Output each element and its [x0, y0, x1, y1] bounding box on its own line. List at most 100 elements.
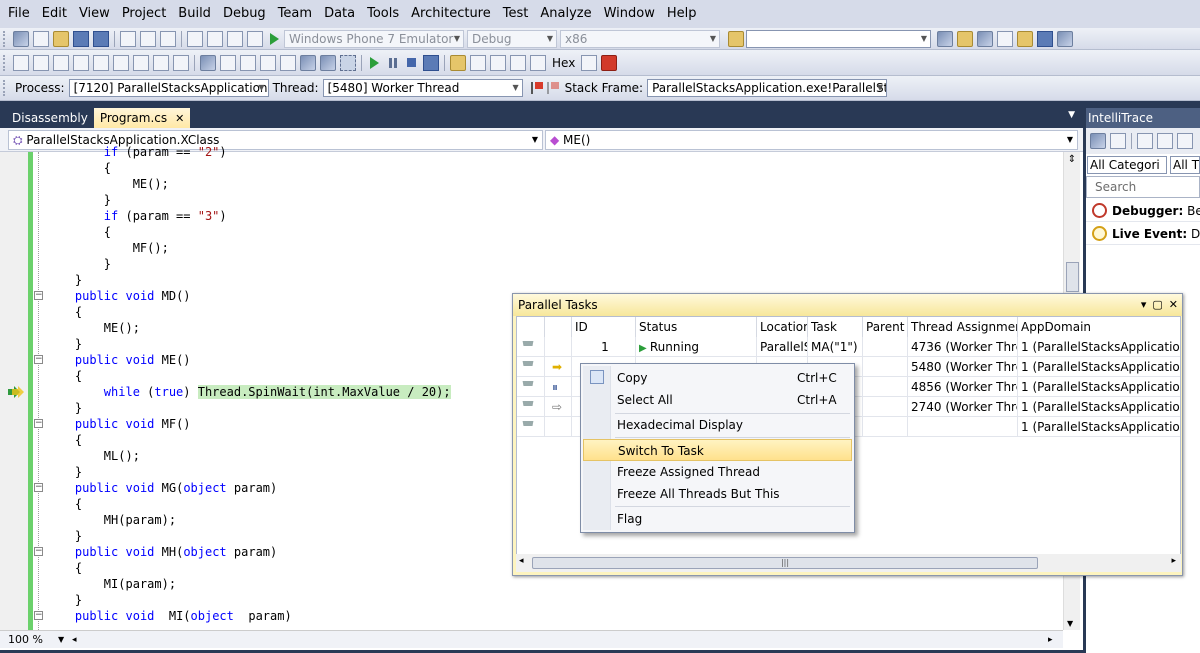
code-line[interactable]: MF(); [46, 240, 169, 256]
code-line[interactable]: } [46, 336, 82, 352]
zoom-level[interactable]: 100 % [8, 631, 43, 649]
code-line[interactable]: { [46, 368, 82, 384]
step-into-icon[interactable] [470, 54, 486, 71]
window-position-icon[interactable]: ▾ [1141, 298, 1147, 311]
properties-icon[interactable] [957, 30, 973, 47]
configuration-select[interactable]: Debug ▼ [467, 29, 557, 48]
column-header[interactable]: AppDomain [1018, 317, 1180, 337]
code-line[interactable]: { [46, 432, 82, 448]
word-wrap-icon[interactable] [93, 54, 109, 71]
cell-parent[interactable] [863, 357, 908, 377]
tab-program-cs[interactable]: Program.cs ✕ [93, 108, 191, 128]
menu-tools[interactable]: Tools [361, 0, 405, 28]
platform-select[interactable]: Windows Phone 7 Emulator ▼ [284, 29, 464, 48]
column-header[interactable]: Parent [863, 317, 908, 337]
task-indicator-cell[interactable]: ➡ [545, 357, 572, 377]
task-indicator-cell[interactable]: ⏸ [545, 377, 572, 397]
code-line[interactable]: { [46, 560, 82, 576]
tools-icon[interactable] [1017, 30, 1033, 47]
scroll-right-icon[interactable]: ▸ [1171, 556, 1176, 566]
scroll-thumb[interactable]: ||| [532, 557, 1038, 569]
code-line[interactable]: public void MH(object param) [46, 544, 277, 560]
quick-watch-icon[interactable] [530, 54, 546, 71]
break-all-icon[interactable] [389, 57, 397, 68]
zoom-dropdown-icon[interactable]: ▼ [58, 631, 64, 649]
toolbar-grip[interactable] [3, 30, 7, 47]
scroll-thumb[interactable] [1066, 262, 1079, 292]
event-item[interactable]: Debugger: Begir [1086, 200, 1200, 222]
copy-icon[interactable] [140, 30, 156, 47]
code-line[interactable]: public void MI(object param) [46, 608, 292, 624]
toggle-bookmark-icon[interactable] [200, 54, 216, 71]
cell-appdomain[interactable]: 1 (ParallelStacksApplication.vs [1018, 377, 1180, 397]
navigate-back-icon[interactable] [227, 30, 243, 47]
menu-team[interactable]: Team [272, 0, 318, 28]
category-filter[interactable]: All Categori [1087, 156, 1167, 174]
start-page-icon[interactable] [1037, 30, 1053, 47]
code-line[interactable]: } [46, 192, 111, 208]
find-in-files-icon[interactable] [728, 30, 744, 47]
flag-cell[interactable] [517, 357, 545, 377]
column-header-icon[interactable] [545, 317, 572, 337]
redo-icon[interactable] [207, 30, 223, 47]
code-line[interactable]: while (true) Thread.SpinWait(int.MaxValu… [46, 384, 451, 400]
menu-edit[interactable]: Edit [36, 0, 73, 28]
menu-item-switch-to-task[interactable]: Switch To Task [583, 439, 852, 461]
next-bookmark-icon[interactable] [240, 54, 256, 71]
collapse-region-icon[interactable]: − [34, 611, 43, 620]
menu-window[interactable]: Window [598, 0, 661, 28]
menu-analyze[interactable]: Analyze [534, 0, 597, 28]
show-threads-icon[interactable] [581, 54, 598, 71]
code-line[interactable]: if (param == "2") [46, 144, 227, 160]
flag-icon[interactable] [522, 401, 534, 413]
cell-id[interactable]: 1 [572, 337, 636, 357]
settings-icon[interactable] [1137, 133, 1153, 149]
code-line[interactable]: ME(); [46, 176, 169, 192]
code-line[interactable]: MH(param); [46, 512, 176, 528]
flag-cell[interactable] [517, 417, 545, 437]
menu-item-freeze-assigned-thread[interactable]: Freeze Assigned Thread [583, 461, 852, 483]
quick-info-icon[interactable] [53, 54, 69, 71]
events-view-icon[interactable] [1090, 133, 1106, 149]
cell-thread[interactable] [908, 417, 1018, 437]
show-next-statement-icon[interactable] [450, 54, 466, 71]
save-all-icon[interactable] [93, 30, 109, 47]
scroll-right-icon[interactable]: ▸ [1048, 631, 1053, 649]
scroll-left-icon[interactable]: ◂ [72, 631, 77, 649]
menu-project[interactable]: Project [116, 0, 172, 28]
flag-cell[interactable] [517, 397, 545, 417]
find-box[interactable]: ▼ [746, 29, 931, 48]
process-select[interactable]: [7120] ParallelStacksApplication.vs ▼ [68, 79, 269, 97]
event-item[interactable]: Live Event: Debu [1086, 223, 1200, 245]
cell-appdomain[interactable]: 1 (ParallelStacksApplication.vs [1018, 357, 1180, 377]
save-icon[interactable] [73, 30, 89, 47]
start-debugging-icon[interactable] [270, 32, 279, 45]
code-line[interactable]: { [46, 224, 111, 240]
close-icon[interactable]: ✕ [1169, 298, 1178, 311]
maximize-icon[interactable]: ▢ [1152, 298, 1162, 311]
scroll-down-icon[interactable]: ▼ [1067, 619, 1073, 628]
step-over-icon[interactable] [490, 54, 506, 71]
undo-icon[interactable] [187, 30, 203, 47]
task-indicator-cell[interactable] [545, 417, 572, 437]
extension-icon[interactable] [1057, 30, 1073, 47]
code-line[interactable]: } [46, 256, 111, 272]
code-line[interactable]: public void MG(object param) [46, 480, 277, 496]
flag-thread-icon[interactable] [530, 82, 543, 94]
code-line[interactable]: } [46, 528, 82, 544]
column-header[interactable]: Task [808, 317, 863, 337]
flag-icon[interactable] [522, 361, 534, 373]
clear-bookmarks-icon[interactable] [340, 54, 356, 71]
collapse-region-icon[interactable]: − [34, 547, 43, 556]
tab-disassembly[interactable]: Disassembly [6, 108, 94, 128]
cell-thread[interactable]: 5480 (Worker Threa [908, 357, 1018, 377]
menu-item-freeze-all-threads-but-this[interactable]: Freeze All Threads But This [583, 483, 852, 505]
flag-icon[interactable] [522, 421, 534, 433]
flag-icon[interactable] [522, 381, 534, 393]
code-line[interactable]: { [46, 496, 82, 512]
open-folder-icon[interactable] [53, 30, 69, 47]
code-line[interactable]: ME(); [46, 320, 140, 336]
breakpoints-icon[interactable] [601, 54, 618, 71]
cell-task[interactable]: MA("1") [808, 337, 863, 357]
collapse-region-icon[interactable]: − [34, 355, 43, 364]
